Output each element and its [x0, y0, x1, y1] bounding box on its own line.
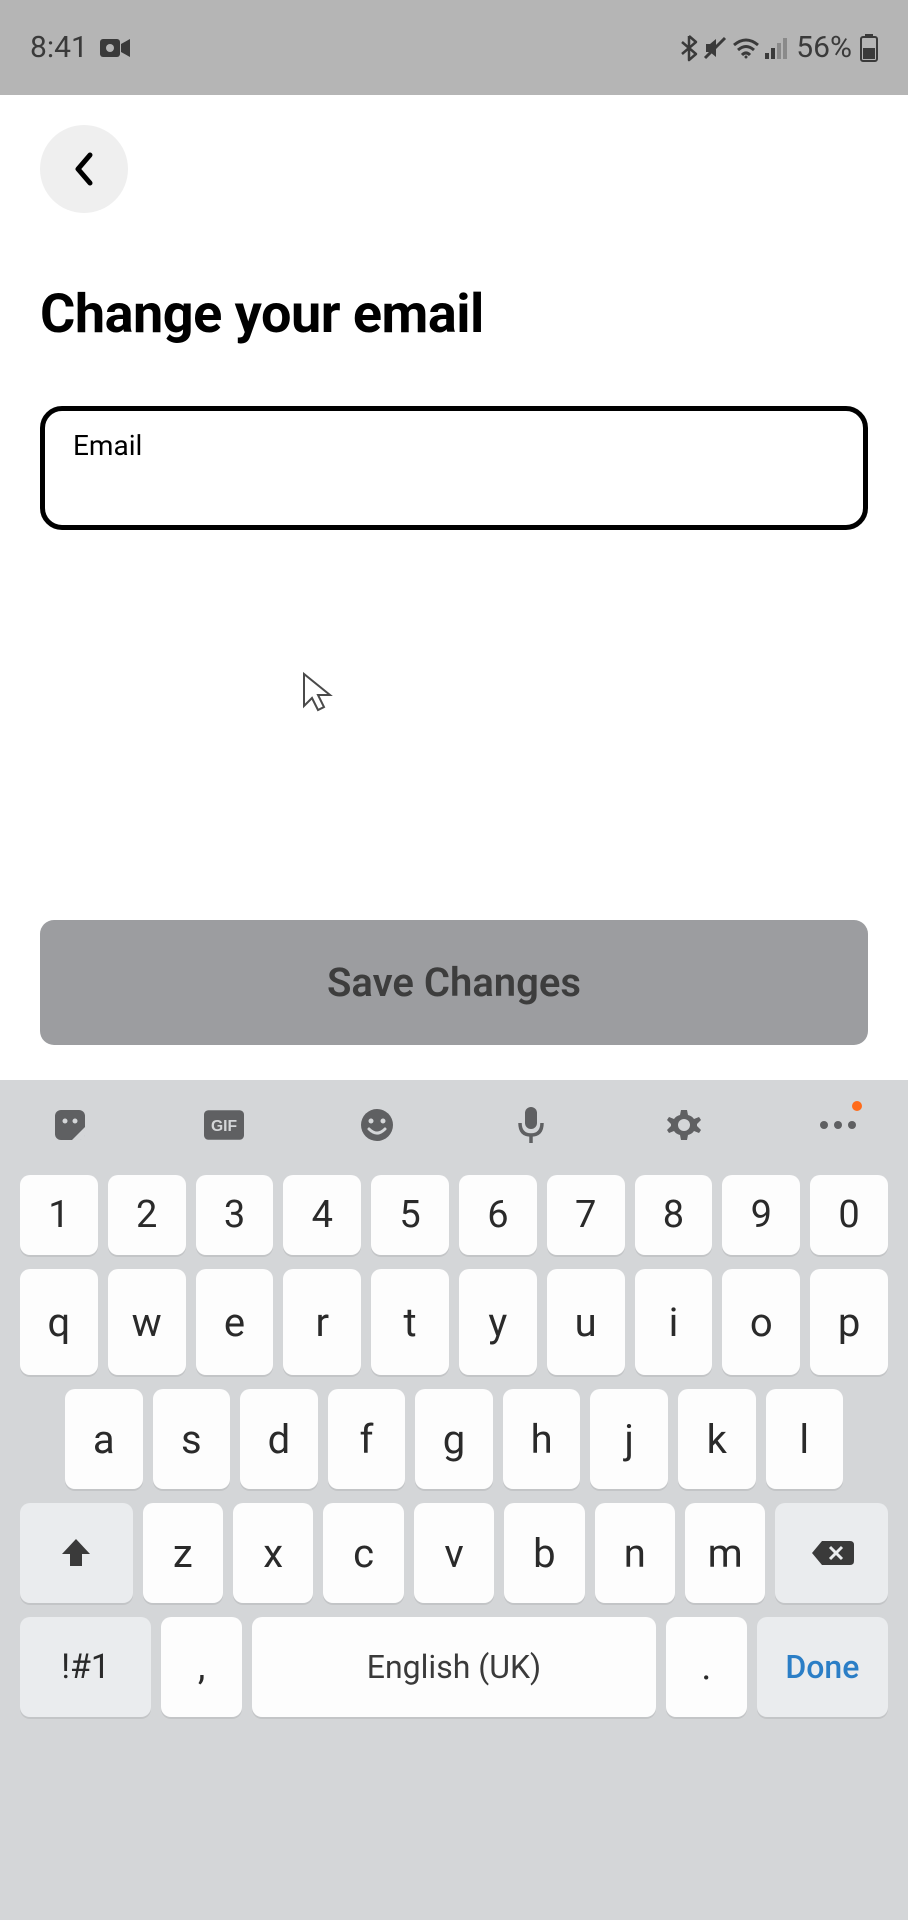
save-changes-button[interactable]: Save Changes: [40, 920, 868, 1045]
shift-icon: [60, 1536, 92, 1570]
gear-icon[interactable]: [664, 1105, 704, 1145]
key-p[interactable]: p: [810, 1269, 888, 1375]
key-0[interactable]: 0: [810, 1175, 888, 1255]
key-g[interactable]: g: [415, 1389, 493, 1489]
key-5[interactable]: 5: [371, 1175, 449, 1255]
signal-icon: [764, 37, 788, 59]
key-o[interactable]: o: [722, 1269, 800, 1375]
status-bar: 8:41 56%: [0, 0, 908, 95]
key-6[interactable]: 6: [459, 1175, 537, 1255]
key-y[interactable]: y: [459, 1269, 537, 1375]
period-key[interactable]: .: [666, 1617, 747, 1717]
key-3[interactable]: 3: [196, 1175, 274, 1255]
key-i[interactable]: i: [635, 1269, 713, 1375]
key-t[interactable]: t: [371, 1269, 449, 1375]
key-l[interactable]: l: [766, 1389, 844, 1489]
key-d[interactable]: d: [240, 1389, 318, 1489]
key-w[interactable]: w: [108, 1269, 186, 1375]
shift-key[interactable]: [20, 1503, 133, 1603]
video-record-icon: [100, 37, 130, 59]
gif-icon[interactable]: GIF: [204, 1105, 244, 1145]
cursor-icon: [300, 670, 334, 714]
key-row-qwerty: q w e r t y u i o p: [20, 1269, 888, 1375]
key-u[interactable]: u: [547, 1269, 625, 1375]
sticker-icon[interactable]: [50, 1105, 90, 1145]
key-e[interactable]: e: [196, 1269, 274, 1375]
symbol-key[interactable]: !#1: [20, 1617, 151, 1717]
key-z[interactable]: z: [143, 1503, 223, 1603]
keyboard: GIF 1 2 3 4 5 6 7 8 9 0 q w e r t y u: [0, 1080, 908, 1920]
keyboard-toolbar: GIF: [20, 1105, 888, 1175]
key-row-zxcv: z x c v b n m: [20, 1503, 888, 1603]
key-v[interactable]: v: [414, 1503, 494, 1603]
key-row-numbers: 1 2 3 4 5 6 7 8 9 0: [20, 1175, 888, 1255]
emoji-icon[interactable]: [357, 1105, 397, 1145]
key-q[interactable]: q: [20, 1269, 98, 1375]
wifi-icon: [732, 37, 760, 59]
space-key[interactable]: English (UK): [252, 1617, 656, 1717]
key-b[interactable]: b: [504, 1503, 584, 1603]
status-time: 8:41: [30, 30, 88, 65]
key-8[interactable]: 8: [635, 1175, 713, 1255]
content-spacer: [40, 530, 868, 920]
key-9[interactable]: 9: [722, 1175, 800, 1255]
backspace-key[interactable]: [775, 1503, 888, 1603]
key-x[interactable]: x: [233, 1503, 313, 1603]
key-j[interactable]: j: [590, 1389, 668, 1489]
chevron-left-icon: [70, 149, 98, 189]
key-k[interactable]: k: [678, 1389, 756, 1489]
key-n[interactable]: n: [595, 1503, 675, 1603]
key-f[interactable]: f: [328, 1389, 406, 1489]
more-icon[interactable]: [818, 1105, 858, 1145]
bluetooth-icon: [680, 34, 698, 62]
key-s[interactable]: s: [153, 1389, 231, 1489]
key-c[interactable]: c: [323, 1503, 403, 1603]
key-r[interactable]: r: [283, 1269, 361, 1375]
email-field[interactable]: Email: [40, 406, 868, 530]
key-1[interactable]: 1: [20, 1175, 98, 1255]
status-left: 8:41: [30, 30, 130, 65]
key-row-bottom: !#1 , English (UK) . Done: [20, 1617, 888, 1717]
key-4[interactable]: 4: [283, 1175, 361, 1255]
key-h[interactable]: h: [503, 1389, 581, 1489]
comma-key[interactable]: ,: [161, 1617, 242, 1717]
key-a[interactable]: a: [65, 1389, 143, 1489]
mute-icon: [702, 35, 728, 61]
key-7[interactable]: 7: [547, 1175, 625, 1255]
save-button-label: Save Changes: [327, 959, 581, 1006]
svg-text:GIF: GIF: [211, 1118, 237, 1135]
back-button[interactable]: [40, 125, 128, 213]
key-2[interactable]: 2: [108, 1175, 186, 1255]
page-title: Change your email: [40, 283, 868, 346]
done-key[interactable]: Done: [757, 1617, 888, 1717]
mic-icon[interactable]: [511, 1105, 551, 1145]
app-content: Change your email Email Save Changes: [0, 95, 908, 1080]
key-m[interactable]: m: [685, 1503, 765, 1603]
email-label: Email: [73, 429, 835, 462]
battery-percent: 56%: [796, 30, 852, 65]
key-row-asdf: a s d f g h j k l: [20, 1389, 888, 1489]
battery-icon: [860, 34, 878, 62]
backspace-icon: [810, 1538, 854, 1568]
status-right: 56%: [680, 30, 878, 65]
